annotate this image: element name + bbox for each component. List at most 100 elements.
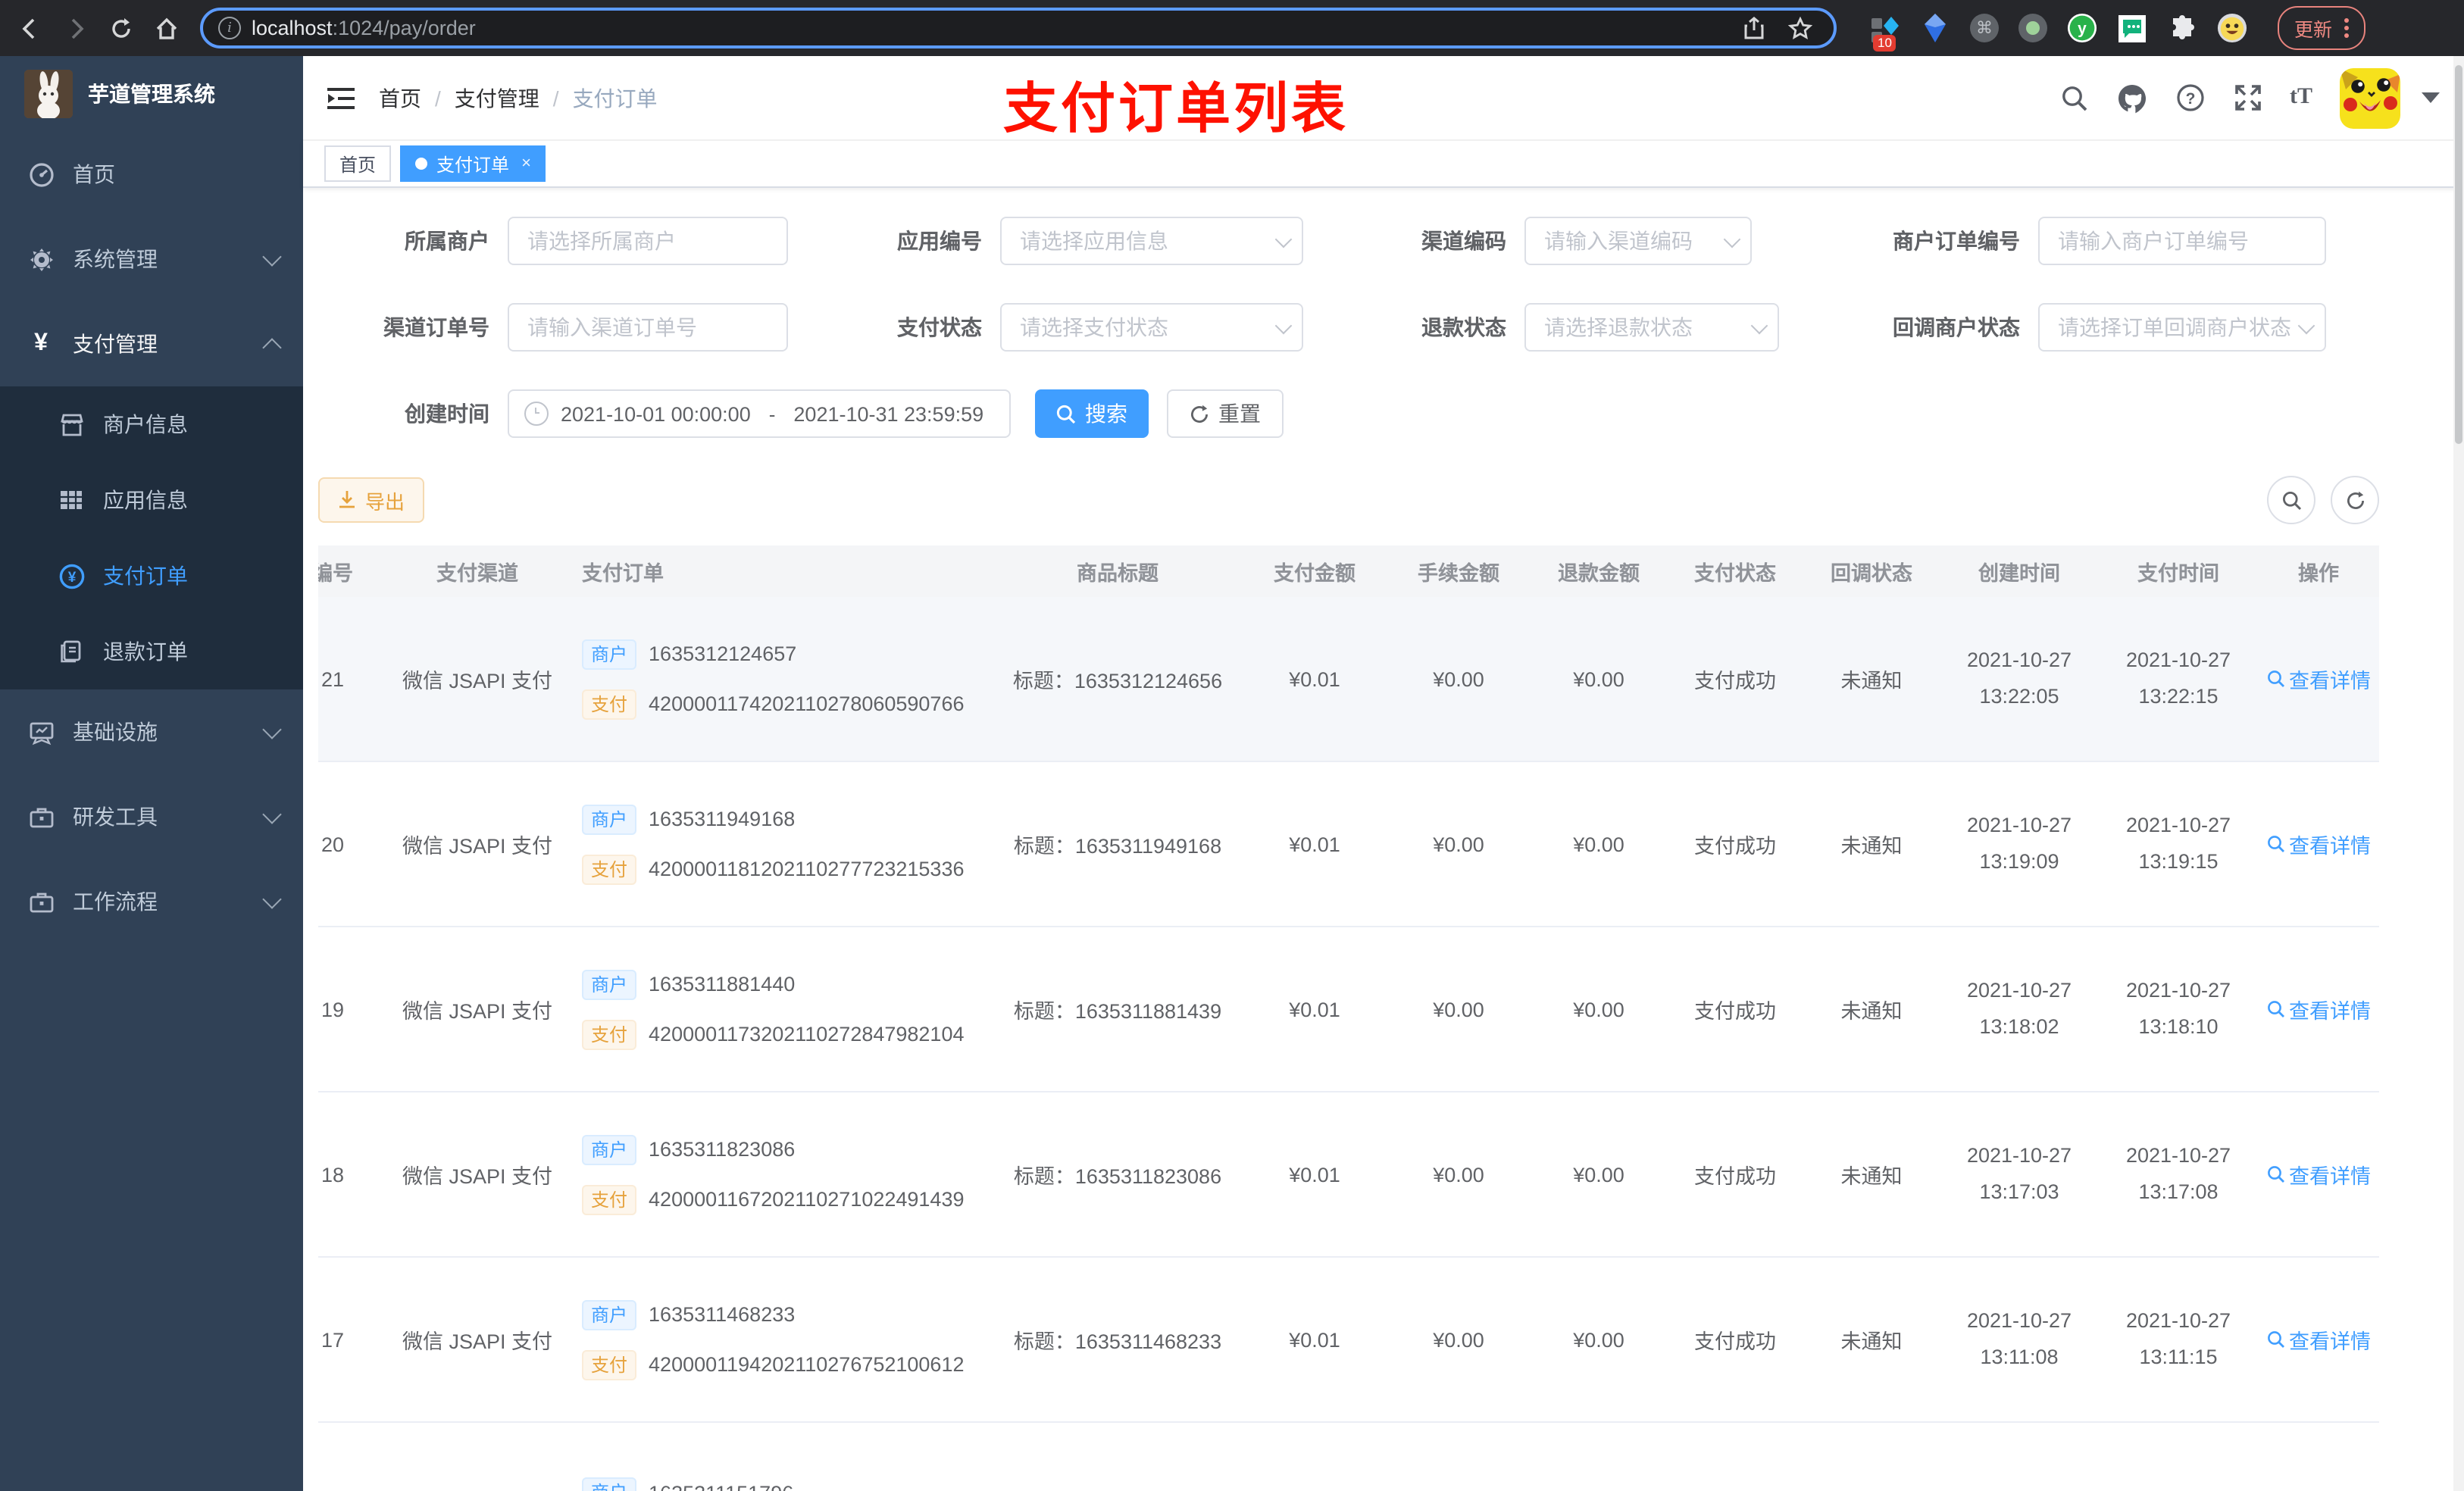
view-detail-link[interactable]: 查看详情 — [2266, 994, 2371, 1024]
channel-order-input-wrap[interactable] — [508, 303, 788, 352]
sidebar: 芋道管理系统 首页 系统管理 ¥ 支付管理 商户信息 应用信息 ¥ 支付订单 退… — [0, 56, 303, 1491]
extension-chat-icon[interactable] — [2117, 13, 2147, 43]
extension-badge: 10 — [1873, 35, 1896, 51]
sidebar-item-merchant-info[interactable]: 商户信息 — [0, 386, 303, 462]
fullscreen-icon[interactable] — [2232, 83, 2262, 113]
merchant-tag: 商户 — [582, 804, 637, 834]
extensions-puzzle-icon[interactable] — [2167, 13, 2197, 43]
back-icon[interactable] — [12, 10, 48, 46]
chevron-down-icon — [262, 804, 282, 824]
user-menu-caret-icon[interactable] — [2422, 92, 2440, 103]
chevron-down-icon — [2297, 316, 2315, 334]
monitor-icon — [27, 718, 55, 746]
table-search-toggle-button[interactable] — [2267, 476, 2315, 524]
table-row[interactable]: 18 微信 JSAPI 支付 商户 1635311823086 支付 4200001… — [318, 1092, 2379, 1258]
filter-pay-status: 支付状态 请选择支付状态 — [849, 303, 1303, 352]
scrollbar-thumb[interactable] — [2455, 65, 2462, 444]
extension-y-icon[interactable]: y — [2067, 13, 2097, 43]
page-scrollbar[interactable] — [2453, 56, 2464, 1491]
notify-status-select[interactable]: 请选择订单回调商户状态 — [2038, 303, 2326, 352]
filter-notify-status: 回调商户状态 请选择订单回调商户状态 — [1849, 303, 2326, 352]
view-detail-link[interactable]: 查看详情 — [2266, 1324, 2371, 1355]
chevron-down-icon — [1274, 316, 1293, 334]
table-row[interactable]: 商户1635311151796 — [318, 1423, 2379, 1491]
search-icon[interactable] — [2059, 83, 2090, 113]
document-icon — [58, 638, 85, 665]
pay-tag: 支付 — [582, 1349, 637, 1380]
sidebar-item-pay-order[interactable]: ¥ 支付订单 — [0, 538, 303, 614]
merchant-tag: 商户 — [582, 1134, 637, 1164]
filter-merchant-order-no: 商户订单编号 — [1849, 217, 2326, 265]
chevron-down-icon — [262, 719, 282, 739]
chevron-down-icon — [262, 246, 282, 266]
table-header: 编号 支付渠道 支付订单 商品标题 支付金额 手续金额 退款金额 支付状态 回调… — [318, 545, 2379, 597]
sidebar-item-refund-order[interactable]: 退款订单 — [0, 614, 303, 689]
table-row[interactable]: 19 微信 JSAPI 支付 商户 1635311881440 支付 4200001… — [318, 927, 2379, 1092]
merchant-select[interactable] — [508, 217, 788, 265]
breadcrumb-pay[interactable]: 支付管理 — [455, 83, 539, 113]
home-icon[interactable] — [149, 10, 185, 46]
sidebar-item-infra[interactable]: 基础设施 — [0, 689, 303, 774]
user-avatar[interactable] — [2340, 67, 2400, 128]
sidebar-fold-icon[interactable] — [327, 86, 355, 110]
merchant-tag: 商户 — [582, 1299, 637, 1330]
view-detail-link[interactable]: 查看详情 — [2266, 829, 2371, 859]
table-row[interactable]: 20 微信 JSAPI 支付 商户 1635311949168 支付 4200001… — [318, 762, 2379, 927]
sidebar-submenu-pay: 商户信息 应用信息 ¥ 支付订单 退款订单 — [0, 386, 303, 689]
profile-emoji-avatar[interactable] — [2217, 13, 2247, 43]
extension-gem-icon[interactable] — [1920, 13, 1950, 43]
date-range-picker[interactable]: 2021-10-01 00:00:00 - 2021-10-31 23:59:5… — [508, 389, 1011, 438]
logo[interactable]: 芋道管理系统 — [0, 56, 303, 132]
font-size-icon[interactable]: tT — [2290, 85, 2312, 111]
merchant-order-input[interactable] — [2040, 218, 2325, 264]
breadcrumb-home[interactable]: 首页 — [379, 83, 421, 113]
sidebar-item-workflow[interactable]: 工作流程 — [0, 859, 303, 944]
pay-tag: 支付 — [582, 1184, 637, 1214]
reload-icon[interactable] — [103, 10, 139, 46]
url-text: localhost:1024/pay/order — [252, 17, 476, 39]
close-tab-icon[interactable]: × — [521, 155, 531, 173]
share-icon[interactable] — [1735, 10, 1771, 46]
app-title: 芋道管理系统 — [88, 82, 215, 106]
page-info-icon[interactable]: i — [218, 17, 241, 39]
extension-tag-manager-icon[interactable]: 10 — [1870, 13, 1900, 51]
channel-code-select[interactable]: 请输入渠道编码 — [1524, 217, 1752, 265]
help-icon[interactable]: ? — [2175, 83, 2205, 113]
url-bar[interactable]: i localhost:1024/pay/order — [200, 8, 1837, 48]
github-icon[interactable] — [2117, 83, 2147, 113]
sidebar-item-app-info[interactable]: 应用信息 — [0, 462, 303, 538]
table-row[interactable]: 21 微信 JSAPI 支付 商户 1635312124657 支付 4200001… — [318, 597, 2379, 762]
refund-status-select[interactable]: 请选择退款状态 — [1524, 303, 1779, 352]
update-button[interactable]: 更新 — [2278, 6, 2366, 50]
filter-refund-status: 退款状态 请选择退款状态 — [1373, 303, 1779, 352]
red-annotation-title: 支付订单列表 — [1003, 77, 1349, 139]
browser-menu-icon[interactable] — [2344, 18, 2350, 38]
sidebar-item-home[interactable]: 首页 — [0, 132, 303, 217]
screen: i localhost:1024/pay/order 10 ⌘ y 更新 芋道管… — [0, 0, 2464, 1491]
merchant-tag: 商户 — [582, 1477, 637, 1491]
table-refresh-button[interactable] — [2331, 476, 2379, 524]
tab-pay-order[interactable]: 支付订单 × — [400, 145, 546, 182]
channel-order-input[interactable] — [509, 305, 786, 350]
bookmark-star-icon[interactable] — [1782, 10, 1818, 46]
briefcase-icon — [27, 888, 55, 915]
reset-button[interactable]: 重置 — [1167, 389, 1284, 438]
sidebar-item-pay[interactable]: ¥ 支付管理 — [0, 302, 303, 386]
extension-command-icon[interactable]: ⌘ — [1970, 14, 1999, 42]
table-row[interactable]: 17 微信 JSAPI 支付 商户 1635311468233 支付 4200001… — [318, 1258, 2379, 1423]
update-label: 更新 — [2294, 20, 2333, 41]
search-button[interactable]: 搜索 — [1035, 389, 1149, 438]
app-select[interactable]: 请选择应用信息 — [1000, 217, 1303, 265]
chevron-up-icon — [262, 337, 282, 357]
merchant-order-input-wrap[interactable] — [2038, 217, 2326, 265]
extension-dot-icon[interactable] — [2018, 14, 2047, 42]
export-button[interactable]: 导出 — [318, 477, 425, 523]
tab-home[interactable]: 首页 — [324, 145, 392, 182]
pay-status-select[interactable]: 请选择支付状态 — [1000, 303, 1303, 352]
merchant-input[interactable] — [509, 218, 786, 264]
view-detail-link[interactable]: 查看详情 — [2266, 1159, 2371, 1189]
forward-icon[interactable] — [58, 10, 94, 46]
sidebar-item-devtool[interactable]: 研发工具 — [0, 774, 303, 859]
view-detail-link[interactable]: 查看详情 — [2266, 664, 2371, 694]
sidebar-item-system[interactable]: 系统管理 — [0, 217, 303, 302]
